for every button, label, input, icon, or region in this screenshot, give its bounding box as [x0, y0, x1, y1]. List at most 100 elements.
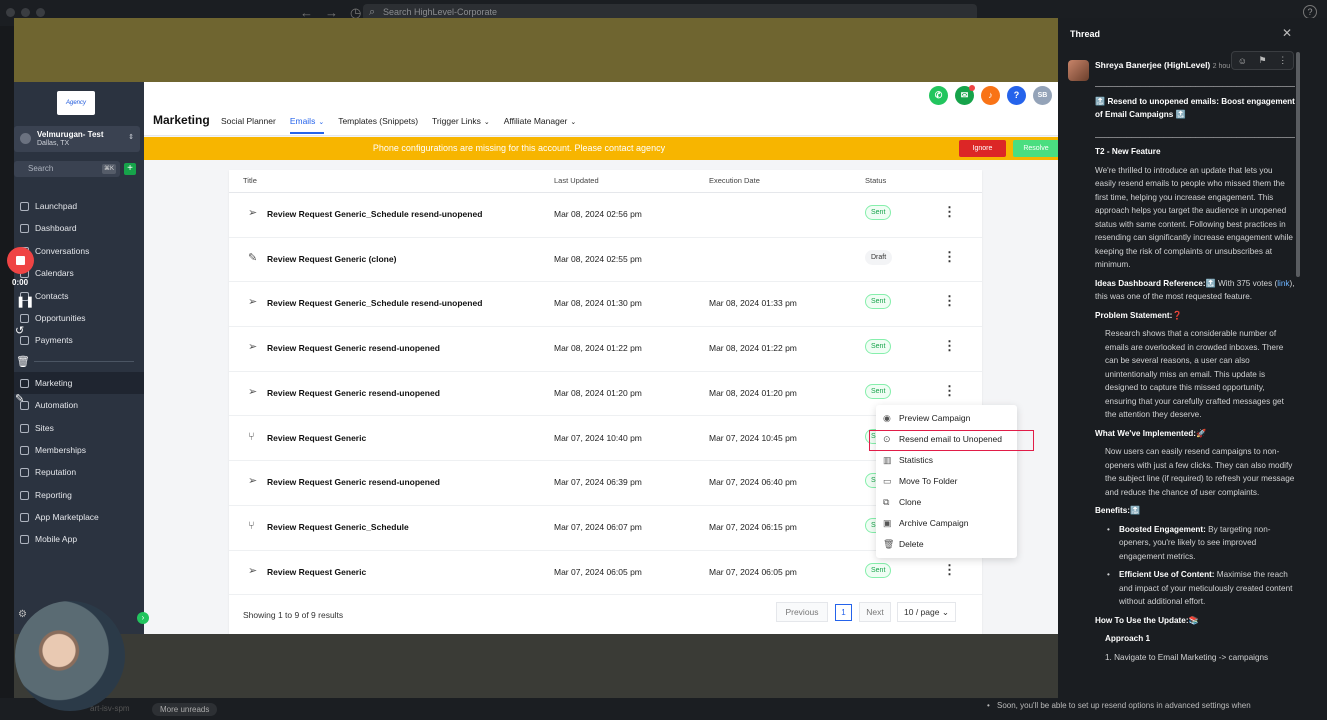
campaign-title[interactable]: Review Request Generic_Schedule: [267, 522, 409, 532]
author-avatar[interactable]: [1068, 60, 1089, 81]
status-badge: Sent: [865, 562, 892, 578]
sidebar-item-dashboard[interactable]: Dashboard: [14, 217, 144, 239]
tab-emails[interactable]: Emails ⌄: [289, 116, 325, 134]
campaign-title[interactable]: Review Request Generic: [267, 433, 366, 443]
opportunities-icon: [20, 313, 29, 323]
menu-item-delete[interactable]: 🗑 Delete: [876, 534, 1017, 555]
restart-icon[interactable]: ↺: [15, 324, 24, 337]
sidebar-item-sites[interactable]: Sites: [14, 417, 144, 439]
webcam-bubble[interactable]: [15, 601, 125, 711]
previous-page-button[interactable]: Previous: [776, 602, 828, 622]
sidebar-search-input[interactable]: Search ⌘K: [14, 161, 120, 177]
announcement-icon[interactable]: ✉: [955, 85, 975, 105]
campaign-title[interactable]: Review Request Generic: [267, 567, 366, 577]
last-updated: Mar 07, 2024 06:39 pm: [554, 477, 642, 488]
menu-item-archive-campaign[interactable]: ▣ Archive Campaign: [876, 513, 1017, 534]
account-switcher[interactable]: Velmurugan- Test Dallas, TX ⇕: [14, 126, 140, 152]
table-row[interactable]: ➢ Review Request Generic resend-unopened…: [229, 327, 982, 372]
statistics-icon: ▥: [883, 455, 892, 465]
reporting-icon: [20, 490, 29, 500]
page-size-select[interactable]: 10 / page ⌄: [897, 602, 956, 622]
execution-date: Mar 07, 2024 06:40 pm: [709, 477, 797, 488]
table-row[interactable]: ➢ Review Request Generic_Schedule resend…: [229, 282, 982, 328]
gear-icon[interactable]: ⚙: [18, 609, 27, 620]
more-vertical-icon[interactable]: ⋮: [943, 249, 956, 265]
more-vertical-icon[interactable]: ⋮: [943, 293, 956, 309]
pause-icon[interactable]: ❚❚: [16, 295, 34, 308]
more-vertical-icon[interactable]: ⋮: [1278, 55, 1287, 66]
status-badge: Sent: [865, 205, 892, 220]
close-icon[interactable]: ✕: [1282, 26, 1292, 40]
phone-icon[interactable]: ✆: [929, 86, 948, 105]
author-name[interactable]: Shreya Banerjee (HighLevel) 2 hou: [1095, 60, 1230, 70]
execution-date: Mar 07, 2024 06:15 pm: [709, 521, 797, 532]
menu-item-statistics[interactable]: ▥ Statistics: [876, 450, 1017, 471]
menu-item-move-to-folder[interactable]: ▭ Move To Folder: [876, 471, 1017, 492]
sites-icon: [20, 423, 29, 433]
column-header-title[interactable]: Title: [243, 176, 257, 185]
stop-recording-button[interactable]: [7, 247, 34, 274]
sidebar-item-calendars[interactable]: Calendars: [14, 262, 144, 284]
tab-social-planner[interactable]: Social Planner: [221, 116, 276, 134]
sidebar-item-memberships[interactable]: Memberships: [14, 439, 144, 461]
message-body: ________________________________________…: [1095, 76, 1295, 669]
table-row[interactable]: ⑂ Review Request Generic_Schedule Mar 07…: [229, 506, 982, 551]
menu-item-preview-campaign[interactable]: ◉ Preview Campaign: [876, 408, 1017, 429]
sidebar-item-opportunities[interactable]: Opportunities: [14, 307, 144, 329]
banner-message: Phone configurations are missing for thi…: [372, 143, 666, 153]
column-header-execution-date[interactable]: Execution Date: [709, 176, 760, 185]
campaign-title[interactable]: Review Request Generic_Schedule resend-u…: [267, 298, 482, 308]
sidebar-menu: Launchpad Dashboard Conversations Calend…: [14, 195, 144, 551]
sidebar-item-automation[interactable]: Automation: [14, 394, 144, 416]
sidebar-item-marketing[interactable]: Marketing: [14, 371, 144, 395]
tab-affiliate-manager[interactable]: Affiliate Manager ⌄: [504, 116, 577, 134]
sidebar-item-launchpad[interactable]: Launchpad: [14, 195, 144, 217]
bookmark-icon[interactable]: ⚑: [1259, 55, 1267, 66]
execution-date: Mar 08, 2024 01:20 pm: [709, 387, 797, 398]
table-row[interactable]: ➢ Review Request Generic_Schedule resend…: [229, 193, 982, 238]
trash-icon[interactable]: 🗑: [16, 355, 30, 368]
help-icon[interactable]: ?: [1303, 5, 1317, 19]
more-vertical-icon[interactable]: ⋮: [943, 562, 956, 578]
ignore-button[interactable]: Ignore: [959, 140, 1006, 157]
right-rail: [1305, 18, 1327, 720]
campaign-title[interactable]: Review Request Generic resend-unopened: [267, 343, 440, 353]
ideas-link[interactable]: link: [1277, 279, 1289, 288]
next-page-button[interactable]: Next: [859, 602, 891, 622]
tab-trigger-links[interactable]: Trigger Links ⌄: [432, 116, 490, 134]
reaction-icon[interactable]: ☺: [1238, 56, 1247, 66]
campaign-title[interactable]: Review Request Generic_Schedule resend-u…: [267, 209, 482, 219]
page-number-button[interactable]: 1: [835, 603, 852, 621]
quick-add-button[interactable]: +: [124, 163, 136, 175]
resolve-button[interactable]: Resolve: [1013, 140, 1058, 157]
thread-scrollbar[interactable]: [1296, 52, 1300, 277]
bell-icon[interactable]: ♪: [981, 86, 1000, 105]
help-icon[interactable]: ?: [1007, 86, 1026, 105]
more-vertical-icon[interactable]: ⋮: [943, 338, 956, 354]
column-header-status[interactable]: Status: [865, 176, 886, 185]
table-row[interactable]: ✎ Review Request Generic (clone) Mar 08,…: [229, 238, 982, 283]
more-unreads-button[interactable]: More unreads: [152, 703, 218, 716]
sidebar-item-reputation[interactable]: Reputation: [14, 461, 144, 483]
table-row[interactable]: ➢ Review Request Generic resend-unopened…: [229, 461, 982, 506]
more-vertical-icon[interactable]: ⋮: [943, 204, 956, 220]
window-controls[interactable]: [6, 8, 45, 17]
collapse-toggle-icon[interactable]: ›: [137, 612, 149, 624]
more-vertical-icon[interactable]: ⋮: [943, 383, 956, 399]
column-header-last-updated[interactable]: Last Updated: [554, 176, 599, 185]
user-avatar[interactable]: SB: [1033, 86, 1052, 105]
pen-icon[interactable]: ✎: [15, 392, 24, 405]
menu-item-clone[interactable]: ⧉ Clone: [876, 492, 1017, 513]
campaign-title[interactable]: Review Request Generic resend-unopened: [267, 388, 440, 398]
sidebar-item-app-marketplace[interactable]: App Marketplace: [14, 506, 144, 528]
campaign-title[interactable]: Review Request Generic (clone): [267, 254, 396, 264]
table-row[interactable]: ➢ Review Request Generic Mar 07, 2024 06…: [229, 551, 982, 596]
sidebar-item-reporting[interactable]: Reporting: [14, 484, 144, 506]
sidebar-item-mobile-app[interactable]: Mobile App: [14, 528, 144, 550]
status-badge: Sent: [865, 383, 892, 399]
tab-templates[interactable]: Templates (Snippets): [338, 116, 418, 134]
campaign-title[interactable]: Review Request Generic resend-unopened: [267, 477, 440, 487]
ab-test-icon: ⑂: [248, 430, 255, 443]
sidebar-item-payments[interactable]: Payments: [14, 329, 144, 351]
table-row[interactable]: ➢ Review Request Generic resend-unopened…: [229, 372, 982, 417]
